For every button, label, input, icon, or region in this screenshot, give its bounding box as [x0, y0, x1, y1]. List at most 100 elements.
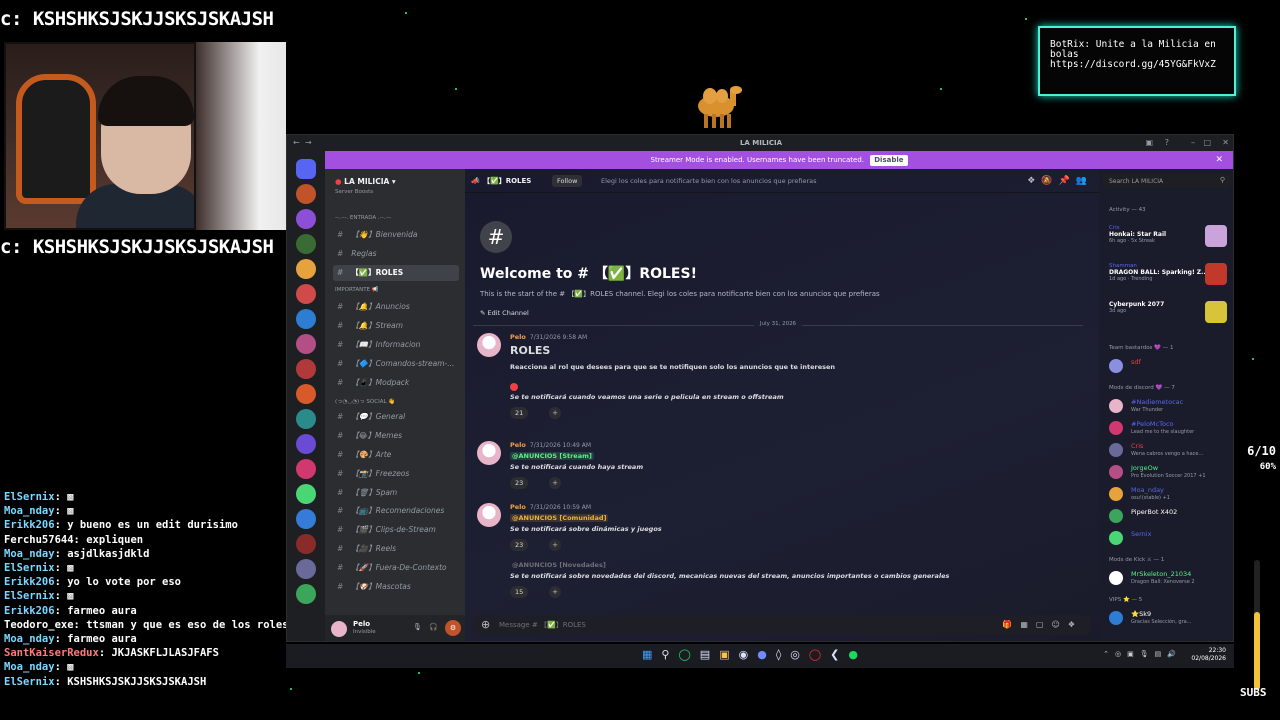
server-icon[interactable] — [296, 384, 316, 404]
capcut-icon[interactable]: ❮ — [830, 648, 848, 661]
activity-header[interactable]: Activity — 43 — [1109, 207, 1146, 213]
search-icon[interactable]: ⚲ — [1220, 176, 1225, 184]
channel-item[interactable]: # 【✅】ROLES — [333, 264, 459, 281]
member-list-icon[interactable]: 👥 — [1076, 176, 1093, 186]
discord-icon[interactable]: ● — [757, 648, 776, 661]
channel-item[interactable]: # 【🔔】Stream — [333, 318, 459, 334]
gif-icon[interactable]: ▦ — [1020, 620, 1036, 629]
avatar[interactable] — [331, 621, 347, 637]
add-reaction-icon[interactable]: + — [549, 477, 561, 489]
channel-item[interactable]: # 【😂】Memes — [333, 428, 459, 444]
dismiss-banner-icon[interactable]: ✕ — [1215, 151, 1223, 169]
edit-channel-button[interactable]: ✎ Edit Channel — [480, 309, 880, 317]
server-icon[interactable] — [296, 534, 316, 554]
sticker-icon[interactable]: ▢ — [1036, 620, 1052, 629]
follow-button[interactable]: Follow — [552, 175, 583, 187]
channel-item[interactable]: # 【📖】Informacion — [333, 337, 459, 353]
server-icon[interactable] — [296, 509, 316, 529]
reaction[interactable]: 23 — [510, 477, 529, 489]
server-icon[interactable] — [296, 209, 316, 229]
app-icon[interactable]: ◊ — [776, 648, 790, 661]
headphones-icon[interactable]: 🎧 — [429, 623, 438, 631]
spotify-icon[interactable]: ● — [848, 648, 867, 661]
server-icon[interactable] — [296, 284, 316, 304]
channel-item[interactable]: # 【🎥】Reels — [333, 541, 459, 557]
add-reaction-icon[interactable]: + — [549, 539, 561, 551]
member-item[interactable]: MrSkeleton_21034 Dragon Ball: Xenoverse 2 — [1109, 569, 1229, 587]
channel-item[interactable]: # Reglas — [333, 246, 459, 262]
channel-category[interactable]: (っ◔◡◔)っ SOCIAL 👋 — [335, 397, 395, 405]
member-item[interactable]: #Nadiemetocac War Thunder — [1109, 397, 1229, 415]
author-avatar[interactable] — [477, 503, 501, 527]
tray-app-icon[interactable]: ◎ — [1115, 650, 1127, 658]
channel-item[interactable]: # 【🎬】Clips-de-Stream — [333, 522, 459, 538]
member-item[interactable]: #PeloMcToco Lead me to the slaughter — [1109, 419, 1229, 437]
notifications-icon[interactable]: 🔕 — [1041, 176, 1058, 186]
tray-chevron-icon[interactable]: ⌃ — [1103, 650, 1115, 658]
member-item[interactable]: PiperBot X402 — [1109, 507, 1229, 525]
tray-mic-icon[interactable]: 🎙 — [1140, 650, 1155, 658]
server-icon[interactable] — [296, 159, 316, 179]
author-name[interactable]: Pelo — [510, 333, 526, 341]
server-icon[interactable] — [296, 459, 316, 479]
member-item[interactable]: sdf — [1109, 357, 1229, 375]
member-item[interactable]: JorgeOw Pro Evolution Soccer 2017 +1 — [1109, 463, 1229, 481]
close-icon[interactable]: ✕ — [1222, 138, 1229, 147]
channel-item[interactable]: # 【🗑】Spam — [333, 485, 459, 501]
disable-streamer-mode-button[interactable]: Disable — [870, 155, 908, 166]
minimize-icon[interactable]: – — [1191, 138, 1195, 147]
activity-card[interactable]: Cyberpunk 2077 3d ago — [1109, 301, 1227, 327]
message-input[interactable]: Message # 【✅】ROLES — [499, 621, 586, 629]
activity-card[interactable]: Cris Honkai: Star Rail 6h ago · 5x Streak — [1109, 225, 1227, 251]
channel-item[interactable]: # 【🐶】Mascotas — [333, 579, 459, 595]
author-avatar[interactable] — [477, 441, 501, 465]
member-item[interactable]: Sernix — [1109, 529, 1229, 547]
server-name[interactable]: ● LA MILICIA ▾ — [335, 177, 396, 186]
server-icon[interactable] — [296, 334, 316, 354]
author-avatar[interactable] — [477, 333, 501, 357]
tray-volume-icon[interactable]: 🔊 — [1167, 650, 1182, 658]
inbox-icon[interactable]: ▣ — [1145, 138, 1153, 147]
steam-icon[interactable]: ◉ — [739, 648, 758, 661]
role-mention[interactable]: @ANUNCIOS [Stream] — [510, 452, 594, 460]
channel-item[interactable]: # 【🎨】Arte — [333, 447, 459, 463]
member-item[interactable]: ⭐Sk9 Gracias Selección, gra... — [1109, 609, 1229, 627]
server-icon[interactable] — [296, 559, 316, 579]
photos-icon[interactable]: ▤ — [700, 648, 719, 661]
server-icon[interactable] — [296, 309, 316, 329]
activity-card[interactable]: Shamman DRAGON BALL: Sparking! Z... 1d ago… — [1109, 263, 1227, 289]
search-input[interactable]: Search LA MILICIA — [1103, 175, 1231, 188]
channel-item[interactable]: # 【💬】General — [333, 409, 459, 425]
search-icon[interactable]: ⚲ — [661, 648, 678, 661]
taskbar-clock[interactable]: 22:30 02/08/2026 — [1191, 647, 1226, 663]
message-composer[interactable]: ⊕ Message # 【✅】ROLES 🎁▦▢☺❖ — [473, 615, 1091, 635]
member-item[interactable]: Moa_nday osu!(stable) +1 — [1109, 485, 1229, 503]
channel-item[interactable]: # 【📱】Modpack — [333, 375, 459, 391]
channel-item[interactable]: # 【📺】Recomendaciones — [333, 503, 459, 519]
gift-icon[interactable]: 🎁 — [1002, 620, 1020, 629]
channel-item[interactable]: # 【👋】Bienvenida — [333, 227, 459, 243]
role-mention[interactable]: @ANUNCIOS [Comunidad] — [510, 514, 609, 522]
server-boosts[interactable]: Server Boosts — [335, 189, 373, 195]
help-icon[interactable]: ? — [1165, 138, 1169, 147]
channel-category[interactable]: --.·--. ENTRADA .--.·-- — [335, 215, 391, 221]
add-reaction-icon[interactable]: + — [549, 407, 561, 419]
pin-icon[interactable]: 📌 — [1059, 176, 1076, 186]
add-reaction-icon[interactable]: + — [549, 586, 561, 598]
channel-item[interactable]: # 【🔔】Anuncios — [333, 299, 459, 315]
reaction[interactable]: 21 — [510, 407, 529, 419]
reaction[interactable]: 23 — [510, 539, 529, 551]
server-icon[interactable] — [296, 359, 316, 379]
start-icon[interactable]: ▦ — [642, 648, 661, 661]
server-icon[interactable] — [296, 409, 316, 429]
member-item[interactable]: Cris Wena cabros vengo a hace... — [1109, 441, 1229, 459]
obs-icon[interactable]: ◎ — [790, 648, 809, 661]
settings-gear-icon[interactable]: ⚙ — [445, 620, 461, 636]
upload-plus-icon[interactable]: ⊕ — [481, 615, 490, 635]
maximize-icon[interactable]: □ — [1203, 138, 1211, 147]
tray-network-icon[interactable]: ▤ — [1155, 650, 1168, 658]
server-icon[interactable] — [296, 584, 316, 604]
apps-icon[interactable]: ❖ — [1068, 620, 1083, 629]
author-name[interactable]: Pelo — [510, 503, 526, 511]
server-icon[interactable] — [296, 259, 316, 279]
